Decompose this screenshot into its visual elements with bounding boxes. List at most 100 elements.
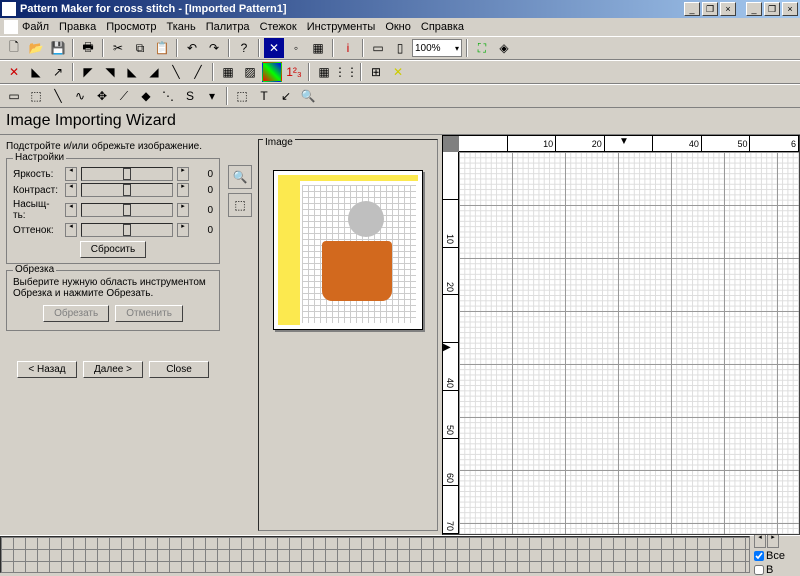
zoom-combo[interactable]: 100%: [412, 39, 462, 57]
brightness-left-spin[interactable]: ◂: [65, 167, 77, 181]
back-button[interactable]: < Назад: [17, 361, 77, 378]
highlight-button[interactable]: ✕: [388, 62, 408, 82]
stitch-grid[interactable]: [459, 152, 800, 535]
menu-fabric[interactable]: Ткань: [166, 21, 195, 33]
palette-grid[interactable]: [0, 536, 750, 573]
full-stitch-button[interactable]: ✕: [4, 62, 24, 82]
ruler-tick: 50: [443, 391, 458, 439]
spray-button[interactable]: ⋱: [158, 86, 178, 106]
view-123-button[interactable]: 1²₃: [284, 62, 304, 82]
crop-button[interactable]: Обрезать: [43, 305, 109, 322]
view-x-button[interactable]: ✕: [264, 38, 284, 58]
contrast-right-spin[interactable]: ▸: [177, 183, 189, 197]
palette-right-button[interactable]: ▸: [767, 534, 779, 548]
separator: [72, 63, 74, 81]
line-button[interactable]: ╲: [48, 86, 68, 106]
menu-help[interactable]: Справка: [421, 21, 464, 33]
mdi-restore-button[interactable]: ❐: [702, 2, 718, 16]
open-button[interactable]: 📂: [26, 38, 46, 58]
stitch-nw-button[interactable]: ◤: [78, 62, 98, 82]
text-t-button[interactable]: T: [254, 86, 274, 106]
grid-toggle-button[interactable]: ▦: [314, 62, 334, 82]
copy-button[interactable]: ⧉: [130, 38, 150, 58]
menu-view[interactable]: Просмотр: [106, 21, 156, 33]
paste-button[interactable]: 📋: [152, 38, 172, 58]
contrast-slider[interactable]: [81, 183, 173, 197]
fill-button[interactable]: ◆: [136, 86, 156, 106]
hue-left-spin[interactable]: ◂: [65, 223, 77, 237]
view-mode2-button[interactable]: ▨: [240, 62, 260, 82]
settings-group: Настройки Яркость: ◂ ▸ 0 Контраст: ◂ ▸ 0…: [6, 158, 220, 264]
contrast-value: 0: [193, 185, 213, 196]
ruler-tick: 6: [750, 136, 799, 151]
half-stitch-button[interactable]: ◣: [26, 62, 46, 82]
close-wizard-button[interactable]: Close: [149, 361, 209, 378]
preview-zoom-button[interactable]: 🔍: [228, 165, 252, 189]
marquee-button[interactable]: ⬚: [232, 86, 252, 106]
save-button[interactable]: 💾: [48, 38, 68, 58]
restore-button[interactable]: ❐: [764, 2, 780, 16]
cut-button[interactable]: ✂: [108, 38, 128, 58]
zoom-in-button[interactable]: ▯: [390, 38, 410, 58]
thumb-pot: [322, 241, 392, 301]
stitch-diag1-button[interactable]: ╲: [166, 62, 186, 82]
brightness-value: 0: [193, 169, 213, 180]
eraser-button[interactable]: ▾: [202, 86, 222, 106]
print-button[interactable]: 🖶: [78, 38, 98, 58]
redo-button[interactable]: ↷: [204, 38, 224, 58]
canvas-area[interactable]: 10 20 40 50 6 ▼ 10 20 40 50 60 70 ▶: [442, 135, 800, 535]
mdi-close-button[interactable]: ×: [720, 2, 736, 16]
select-free-button[interactable]: ⬚: [26, 86, 46, 106]
curve-button[interactable]: ∿: [70, 86, 90, 106]
view-symbol-button[interactable]: ◦: [286, 38, 306, 58]
hue-slider[interactable]: [81, 223, 173, 237]
help-button[interactable]: ?: [234, 38, 254, 58]
menu-tools[interactable]: Инструменты: [307, 21, 376, 33]
minimize-button[interactable]: _: [746, 2, 762, 16]
contrast-left-spin[interactable]: ◂: [65, 183, 77, 197]
view-mode1-button[interactable]: ▦: [218, 62, 238, 82]
grid-style-button[interactable]: ⊞: [366, 62, 386, 82]
next-button[interactable]: Далее >: [83, 361, 143, 378]
view-info-button[interactable]: i: [338, 38, 358, 58]
brightness-slider[interactable]: [81, 167, 173, 181]
text-s-button[interactable]: S: [180, 86, 200, 106]
magnify-button[interactable]: 🔍: [298, 86, 318, 106]
view-color-button[interactable]: ▦: [308, 38, 328, 58]
undo-button[interactable]: ↶: [182, 38, 202, 58]
close-button[interactable]: ×: [782, 2, 798, 16]
view-color-mode-button[interactable]: [262, 62, 282, 82]
eyedrop-button[interactable]: ⟋: [114, 86, 134, 106]
menu-file[interactable]: Файл: [22, 21, 49, 33]
crop-tool-button[interactable]: ↙: [276, 86, 296, 106]
stitch-diag2-button[interactable]: ╱: [188, 62, 208, 82]
mdi-minimize-button[interactable]: _: [684, 2, 700, 16]
palette-b-checkbox[interactable]: [754, 565, 764, 575]
hue-right-spin[interactable]: ▸: [177, 223, 189, 237]
menu-window[interactable]: Окно: [385, 21, 411, 33]
saturation-left-spin[interactable]: ◂: [65, 203, 77, 217]
palette-all-checkbox[interactable]: [754, 551, 764, 561]
ruler-toggle-button[interactable]: ⋮⋮: [336, 62, 356, 82]
preview-crop-button[interactable]: ⬚: [228, 193, 252, 217]
saturation-right-spin[interactable]: ▸: [177, 203, 189, 217]
palette-left-button[interactable]: ◂: [754, 534, 766, 548]
center-button[interactable]: ◈: [494, 38, 514, 58]
saturation-slider[interactable]: [81, 203, 173, 217]
stitch-se-button[interactable]: ◢: [144, 62, 164, 82]
reset-button[interactable]: Сбросить: [80, 241, 146, 258]
menu-edit[interactable]: Правка: [59, 21, 96, 33]
zoom-out-button[interactable]: ▭: [368, 38, 388, 58]
move-button[interactable]: ✥: [92, 86, 112, 106]
crop-cancel-button[interactable]: Отменить: [115, 305, 183, 322]
select-rect-button[interactable]: ▭: [4, 86, 24, 106]
menu-palette[interactable]: Палитра: [206, 21, 250, 33]
menu-stitch[interactable]: Стежок: [260, 21, 297, 33]
stitch-sw-button[interactable]: ◣: [122, 62, 142, 82]
fit-button[interactable]: ⛶: [472, 38, 492, 58]
quarter-stitch-button[interactable]: ↗: [48, 62, 68, 82]
image-thumbnail[interactable]: [273, 170, 423, 330]
new-button[interactable]: 🗋: [4, 38, 24, 58]
stitch-ne-button[interactable]: ◥: [100, 62, 120, 82]
brightness-right-spin[interactable]: ▸: [177, 167, 189, 181]
